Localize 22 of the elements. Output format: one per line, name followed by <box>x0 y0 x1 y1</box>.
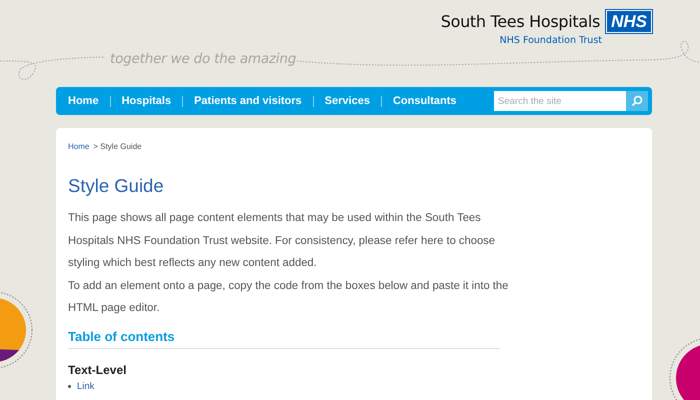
search-button[interactable] <box>626 91 648 111</box>
nav-link[interactable]: Patients and visitors <box>194 95 302 107</box>
decorative-circle-drawing <box>669 337 700 400</box>
bullet-icon <box>68 384 71 388</box>
breadcrumb-link[interactable]: Home <box>68 142 90 151</box>
nav-link[interactable]: Home <box>68 95 99 107</box>
subsection-heading: Text-Level <box>68 362 128 376</box>
paragraph: To add an element onto a page, copy the code from the boxes below and paste it into the HTML page editor. <box>68 278 510 316</box>
paragraph: This page shows all page content elements that may be used within the South Tees Hospitals NHS Foundation Trust website. For consistency, please refer here to choose styling which best reflects any new content added. <box>68 211 496 271</box>
nav-link[interactable]: Services <box>324 95 370 107</box>
toc-link[interactable]: Link <box>77 380 94 392</box>
search-field[interactable]: Search the site <box>494 91 626 111</box>
section-heading: Table of contents <box>68 328 500 348</box>
nav-link[interactable]: Hospitals <box>122 95 172 107</box>
search-icon <box>631 95 643 107</box>
nav-link[interactable]: Consultants <box>392 95 456 107</box>
logo-name: South Tees Hospitals <box>440 12 600 31</box>
breadcrumb-current: > Style Guide <box>93 142 142 151</box>
logo-subtitle: NHS Foundation Trust <box>500 35 602 46</box>
tagline: together we do the amazing <box>110 51 296 67</box>
page-title: Style Guide <box>68 175 165 197</box>
nhs-logo: NHS <box>606 10 652 33</box>
